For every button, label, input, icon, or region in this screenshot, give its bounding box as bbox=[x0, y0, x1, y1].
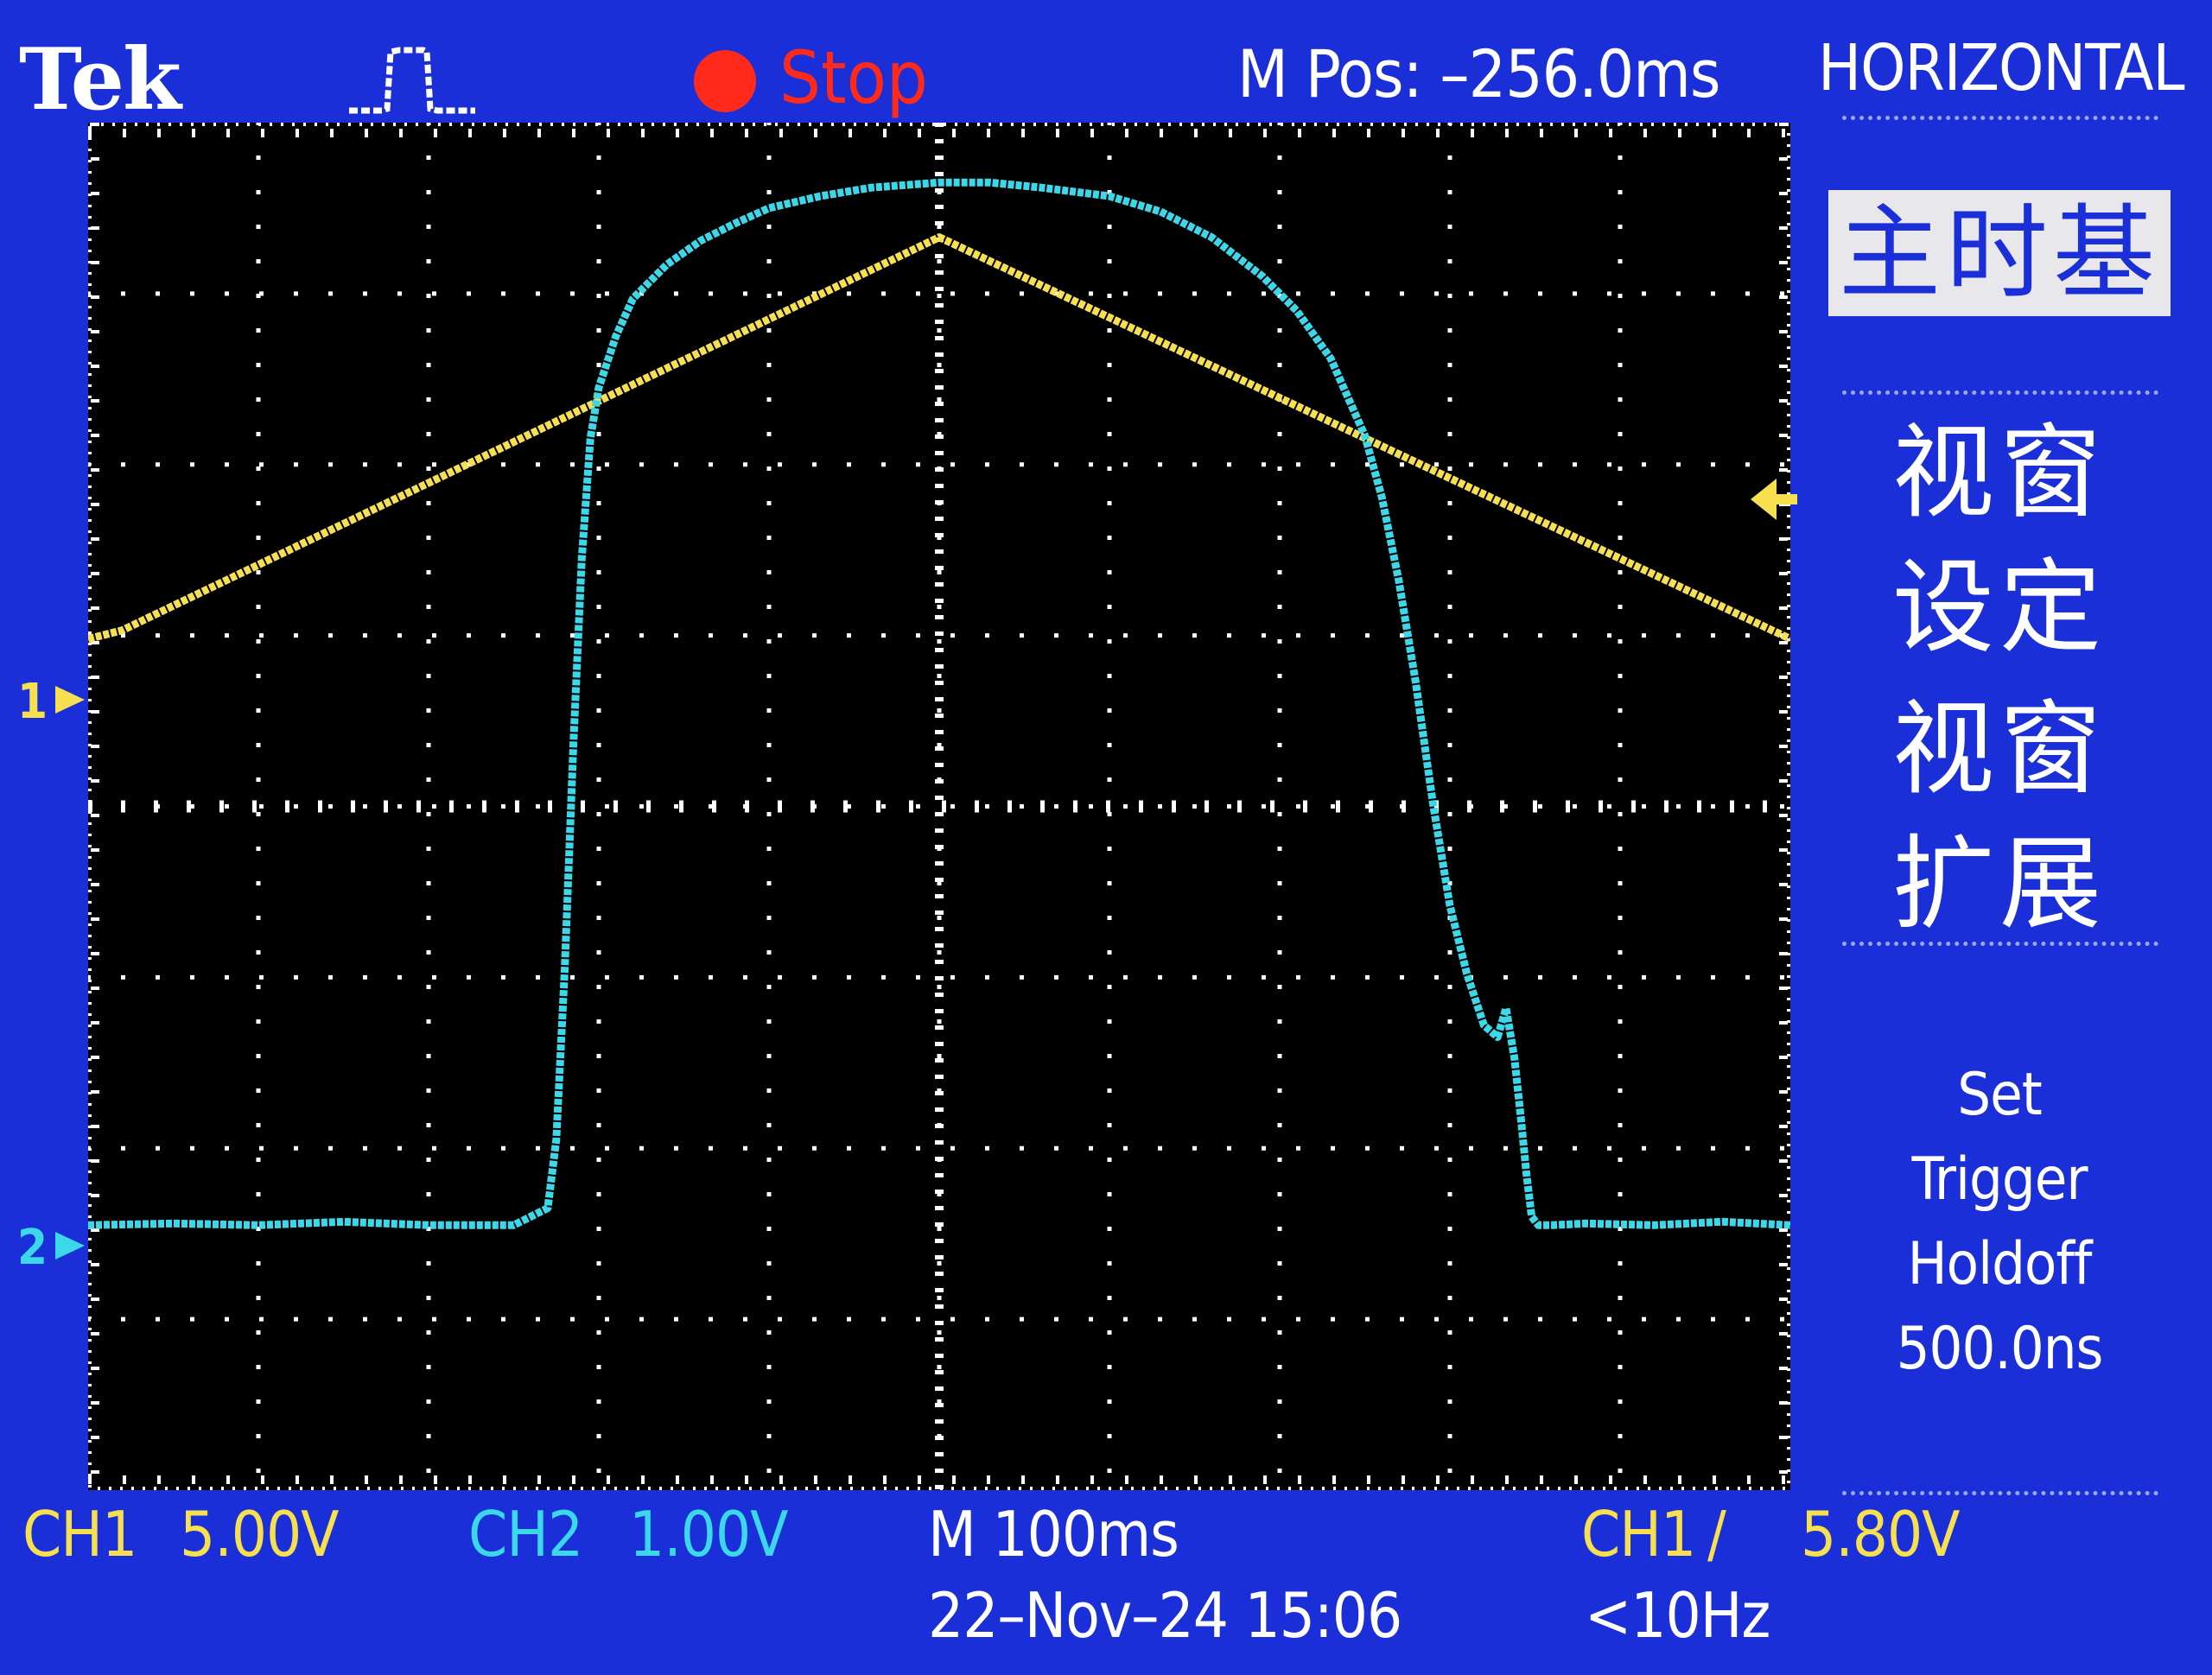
menu-window-settings-line2: 设定 bbox=[1891, 547, 2107, 667]
menu-holdoff-line2[interactable]: Trigger bbox=[1828, 1151, 2171, 1209]
ch2-marker-label: 2 bbox=[17, 1220, 48, 1276]
trigger-frequency-readout: <10Hz bbox=[1585, 1579, 1770, 1652]
menu-separator bbox=[1842, 390, 2158, 395]
menu-holdoff-line1[interactable]: Set bbox=[1828, 1066, 2171, 1125]
menu-holdoff-line3[interactable]: Holdoff bbox=[1828, 1235, 2171, 1294]
menu-main-timebase-label: 主时基 bbox=[1838, 194, 2160, 313]
ch2-scale: 1.00V bbox=[629, 1498, 788, 1570]
graticule-plot bbox=[88, 123, 1790, 1490]
trigger-level-readout: 5.80V bbox=[1801, 1498, 1960, 1570]
menu-window-settings-line1: 视窗 bbox=[1891, 413, 2107, 532]
menu-position-readout: M Pos: –256.0ms bbox=[1237, 35, 1721, 112]
menu-separator bbox=[1842, 942, 2158, 946]
ch2-marker-arrow-icon bbox=[55, 1232, 85, 1259]
graticule-grid bbox=[88, 123, 1790, 1490]
stop-status-icon bbox=[694, 50, 756, 112]
menu-separator bbox=[1842, 1491, 2158, 1495]
run-state-label: Stop bbox=[779, 35, 928, 120]
menu-window-zoom-line2: 扩展 bbox=[1891, 823, 2107, 943]
menu-holdoff-value[interactable]: 500.0ns bbox=[1828, 1320, 2171, 1379]
ch1-name: CH1 bbox=[22, 1498, 137, 1570]
menu-title: HORIZONTAL bbox=[1818, 31, 2185, 105]
brand-logo: Tek bbox=[19, 30, 181, 130]
ch2-ground-marker: 2 bbox=[17, 1220, 85, 1276]
ch1-marker-label: 1 bbox=[17, 674, 48, 730]
menu-window-settings-button[interactable]: 视窗 设定 bbox=[1828, 406, 2171, 676]
trigger-source: CH1 bbox=[1581, 1498, 1696, 1570]
ch1-scale: 5.00V bbox=[180, 1498, 339, 1570]
ch1-marker-arrow-icon bbox=[55, 686, 85, 714]
date-time-readout: 22–Nov–24 15:06 bbox=[928, 1579, 1402, 1652]
ch1-ground-marker: 1 bbox=[17, 674, 85, 730]
trigger-level-arrow-icon bbox=[1751, 479, 1797, 520]
ch2-name: CH2 bbox=[468, 1498, 583, 1570]
menu-window-zoom-button[interactable]: 视窗 扩展 bbox=[1828, 682, 2171, 952]
pulse-waveform-icon bbox=[349, 47, 475, 114]
trigger-slope-icon: / bbox=[1707, 1498, 1726, 1570]
menu-window-zoom-line1: 视窗 bbox=[1891, 689, 2107, 809]
waveform-display[interactable] bbox=[88, 123, 1790, 1490]
menu-separator bbox=[1842, 116, 2158, 120]
timebase-readout: M 100ms bbox=[928, 1498, 1179, 1570]
